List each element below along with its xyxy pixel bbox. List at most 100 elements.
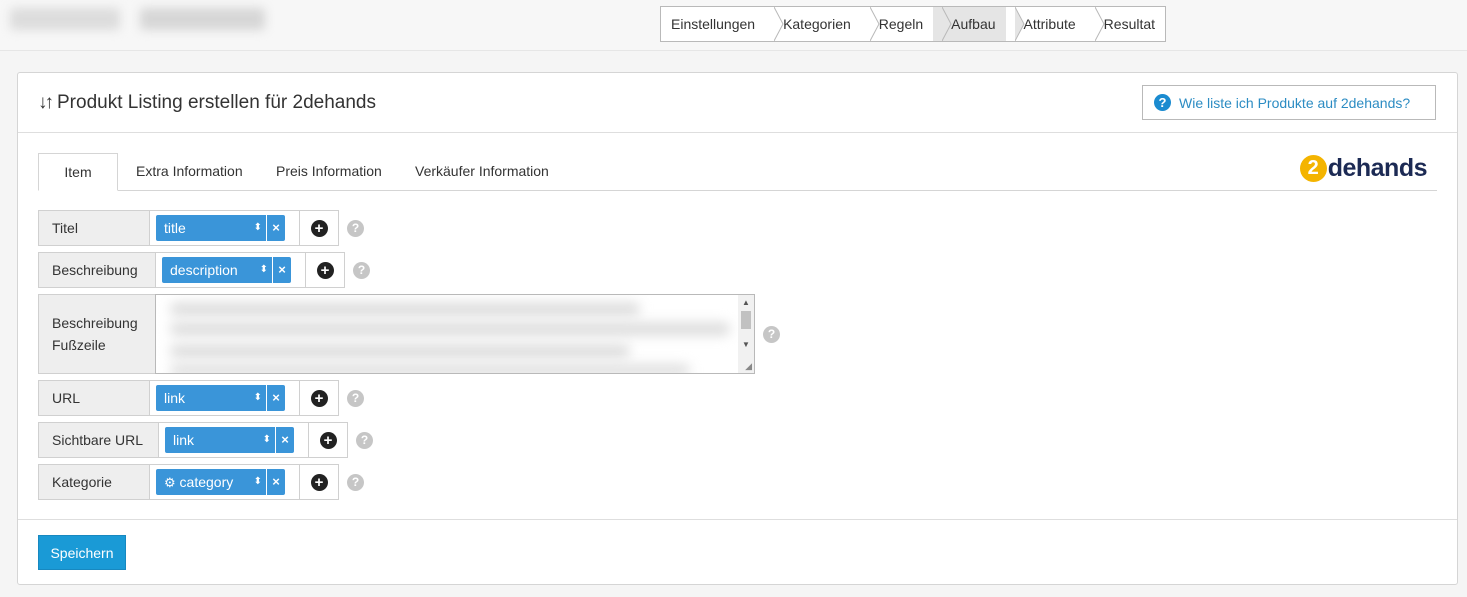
remove-icon[interactable]: × [275,427,294,453]
mapping-pill: description ⬍ × [162,257,291,283]
mapping-value-text: description [170,262,238,278]
mapping-value-text: link [164,390,186,406]
footer-textarea-container: ▲ ▼ ◢ [155,294,755,374]
scroll-down-icon[interactable]: ▼ [742,340,750,349]
brand-logo-word: dehands [1327,153,1428,182]
mapping-value[interactable]: link ⬍ [156,385,266,411]
field-row-beschreibung: Beschreibung description ⬍ × + ? [38,252,370,288]
add-button[interactable]: + [309,422,348,458]
remove-icon[interactable]: × [266,469,285,495]
card-header: ↓↑ Produkt Listing erstellen für 2dehand… [18,73,1457,133]
mapping-value-text: category [179,474,234,490]
resize-grip-icon[interactable]: ◢ [745,361,752,372]
plus-circle-icon: + [316,261,334,279]
mapping-value-text: title [164,220,186,236]
mapping-value[interactable]: ⚙ category ⬍ [156,469,266,495]
footer-textarea[interactable]: ▲ ▼ ◢ [155,294,755,374]
field-row-kategorie: Kategorie ⚙ category ⬍ × + ? [38,464,364,500]
wizard-steps: Einstellungen Kategorien Regeln Aufbau A… [660,6,1167,42]
plus-circle-icon: + [310,219,328,237]
titel-select[interactable]: title ⬍ × [149,210,300,246]
field-label-line: Fußzeile [52,337,106,353]
sort-arrows-icon: ⬍ [253,392,262,403]
url-select[interactable]: link ⬍ × [149,380,300,416]
tab-extra-information[interactable]: Extra Information [136,153,243,191]
listing-card: ↓↑ Produkt Listing erstellen für 2dehand… [17,72,1458,585]
add-button[interactable]: + [300,464,339,500]
field-row-beschreibung-fusszeile: Beschreibung Fußzeile ▲ ▼ ◢ ? [38,294,780,374]
blurred-breadcrumb [10,8,120,30]
mapping-pill: ⚙ category ⬍ × [156,469,285,495]
footer-divider [18,519,1457,520]
step-einstellungen[interactable]: Einstellungen [661,7,784,41]
step-label: Resultat [1103,16,1156,32]
field-label: Sichtbare URL [38,422,158,458]
sort-arrows-icon: ⬍ [259,264,268,275]
mapping-value-text: link [173,432,195,448]
help-icon[interactable]: ? [353,261,370,279]
blurred-text [170,303,640,315]
field-label-line: Beschreibung [52,315,138,331]
mapping-pill: title ⬍ × [156,215,285,241]
field-label: Titel [38,210,149,246]
blurred-text [170,345,630,357]
blurred-text [170,323,730,335]
sort-icon: ↓↑ [38,92,54,113]
tab-verkaeufer-information[interactable]: Verkäufer Information [415,153,549,191]
page-title-text: Produkt Listing erstellen für 2dehands [57,92,376,113]
field-row-sichtbare-url: Sichtbare URL link ⬍ × + ? [38,422,373,458]
top-bar: Einstellungen Kategorien Regeln Aufbau A… [0,0,1467,51]
step-label: Kategorien [783,16,851,32]
help-icon[interactable]: ? [347,219,364,237]
remove-icon[interactable]: × [266,215,285,241]
field-label: URL [38,380,149,416]
scroll-up-icon[interactable]: ▲ [742,298,750,307]
save-button[interactable]: Speichern [38,535,126,570]
plus-circle-icon: + [310,389,328,407]
kategorie-select[interactable]: ⚙ category ⬍ × [149,464,300,500]
sort-arrows-icon: ⬍ [253,222,262,233]
sort-arrows-icon: ⬍ [262,434,271,445]
help-icon[interactable]: ? [347,473,364,491]
add-button[interactable]: + [300,380,339,416]
help-icon[interactable]: ? [356,431,373,449]
gear-icon: ⚙ [164,475,176,490]
beschreibung-select[interactable]: description ⬍ × [155,252,306,288]
tab-item[interactable]: Item [38,153,118,191]
mapping-pill: link ⬍ × [165,427,294,453]
step-label: Aufbau [951,16,996,32]
mapping-value[interactable]: link ⬍ [165,427,275,453]
brand-logo: 2 dehands [1299,153,1428,183]
step-label: Attribute [1023,16,1076,32]
brand-logo-mark: 2 [1299,154,1327,182]
tab-preis-information[interactable]: Preis Information [276,153,382,191]
remove-icon[interactable]: × [272,257,291,283]
step-label: Einstellungen [671,16,756,32]
sichtbare-url-select[interactable]: link ⬍ × [158,422,309,458]
field-row-url: URL link ⬍ × + ? [38,380,364,416]
plus-circle-icon: + [310,473,328,491]
help-icon[interactable]: ? [763,326,780,343]
mapping-value[interactable]: title ⬍ [156,215,266,241]
sort-arrows-icon: ⬍ [253,476,262,487]
question-circle-icon: ? [1154,94,1171,111]
field-label: Beschreibung [38,252,155,288]
add-button[interactable]: + [300,210,339,246]
help-link-button[interactable]: ? Wie liste ich Produkte auf 2dehands? [1142,85,1436,120]
help-icon[interactable]: ? [347,389,364,407]
blurred-breadcrumb [140,8,265,30]
mapping-value[interactable]: description ⬍ [162,257,272,283]
add-button[interactable]: + [306,252,345,288]
page-title: ↓↑ Produkt Listing erstellen für 2dehand… [38,92,376,114]
plus-circle-icon: + [319,431,337,449]
blurred-text [170,365,690,373]
mapping-pill: link ⬍ × [156,385,285,411]
remove-icon[interactable]: × [266,385,285,411]
field-label: Beschreibung Fußzeile [38,294,155,374]
scroll-thumb[interactable] [741,311,751,329]
field-label: Kategorie [38,464,149,500]
field-row-titel: Titel title ⬍ × + ? [38,210,364,246]
tab-bar: Item Extra Information Preis Information… [38,153,1437,191]
step-label: Regeln [878,16,924,32]
help-link-label: Wie liste ich Produkte auf 2dehands? [1179,94,1411,111]
